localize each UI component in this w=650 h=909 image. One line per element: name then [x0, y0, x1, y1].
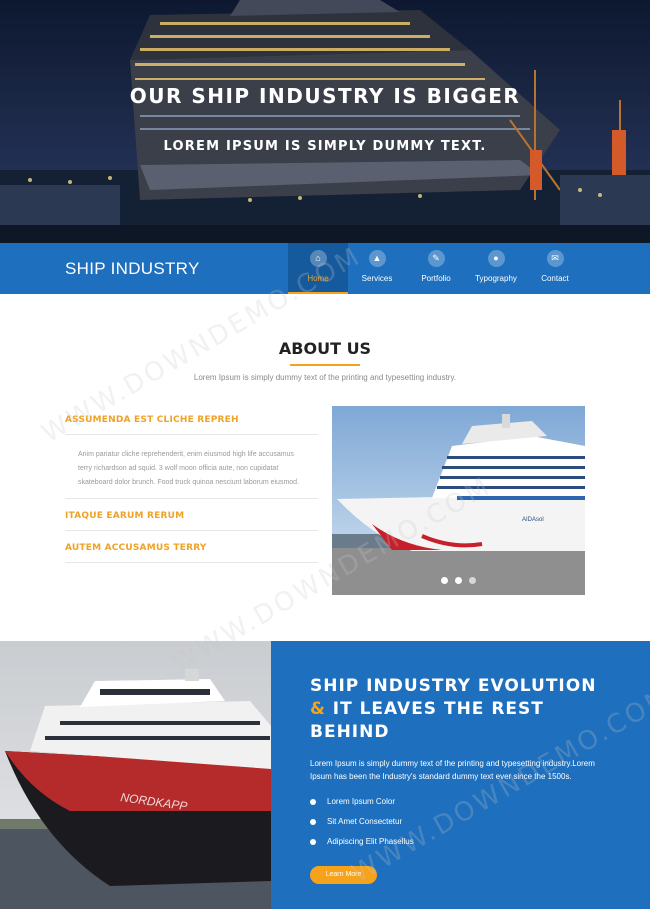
nav-item-services[interactable]: ▲ Services: [347, 243, 407, 294]
accordion-title: AUTEM ACCUSAMUS TERRY: [65, 543, 207, 553]
image-slider[interactable]: AIDAsol: [332, 406, 585, 595]
slide-ship-name: AIDAsol: [522, 517, 544, 523]
nav-item-portfolio[interactable]: ✎ Portfolio: [406, 243, 466, 294]
divider: [65, 498, 318, 499]
divider: [65, 562, 318, 563]
hero-subtitle: LOREM IPSUM IS SIMPLY DUMMY TEXT.: [163, 139, 487, 154]
accordion-title: ITAQUE EARUM RERUM: [65, 511, 185, 521]
cruise-ship-slide-image: AIDAsol: [332, 406, 585, 595]
divider: [65, 434, 318, 435]
nav-item-label: Home: [307, 274, 329, 283]
list-item-label: Adipiscing Elit Phasellus: [327, 837, 414, 846]
pencil-icon: ✎: [427, 250, 445, 267]
hero-banner: OUR SHIP INDUSTRY IS BIGGER LOREM IPSUM …: [0, 0, 650, 243]
heading-ampersand: &: [310, 699, 326, 719]
slider-dot-2[interactable]: [455, 577, 462, 584]
accordion-body: Anim pariatur cliche reprehenderit, enim…: [78, 451, 300, 486]
accordion-title: ASSUMENDA EST CLICHE REPREH: [65, 415, 239, 425]
hero-cruise-ship-image: [0, 0, 650, 243]
flask-icon: ▲: [368, 250, 386, 267]
bullet-icon: [310, 818, 316, 825]
site-brand[interactable]: SHIP INDUSTRY: [65, 259, 200, 279]
nordkapp-ship-image: NORDKAPP: [0, 641, 271, 909]
evolution-heading-line3: BEHIND: [310, 722, 390, 742]
evolution-heading-line1: SHIP INDUSTRY EVOLUTION: [310, 676, 597, 696]
accordion-header-1[interactable]: ASSUMENDA EST CLICHE REPREH: [65, 415, 318, 425]
slider-dot-3[interactable]: [469, 577, 476, 584]
nav-item-contact[interactable]: ✉ Contact: [525, 243, 585, 294]
evolution-paragraph: Lorem Ipsum is simply dummy text of the …: [310, 759, 595, 781]
home-icon: ⌂: [309, 250, 327, 267]
bullet-icon: [310, 798, 316, 805]
bullet-icon: [310, 838, 316, 845]
nav-item-label: Services: [361, 274, 393, 283]
slider-dot-1[interactable]: [441, 577, 448, 584]
nav-item-home[interactable]: ⌂ Home: [288, 243, 348, 294]
title-underline: [290, 364, 360, 366]
nav-item-typography[interactable]: ● Typography: [466, 243, 526, 294]
about-subtitle: Lorem Ipsum is simply dummy text of the …: [193, 373, 457, 382]
nav-item-label: Portfolio: [421, 274, 451, 283]
main-navbar: SHIP INDUSTRY ⌂ Home ▲ Services ✎ Portfo…: [0, 243, 650, 294]
list-item: Adipiscing Elit Phasellus: [310, 837, 414, 846]
hero-title: OUR SHIP INDUSTRY IS BIGGER: [129, 84, 521, 108]
accordion-header-2[interactable]: ITAQUE EARUM RERUM: [65, 511, 318, 521]
divider: [65, 530, 318, 531]
heading-text: IT LEAVES THE REST: [332, 699, 544, 719]
list-item-label: Sit Amet Consectetur: [327, 817, 403, 826]
about-title: ABOUT US: [278, 339, 372, 358]
envelope-icon: ✉: [546, 250, 564, 267]
list-item: Sit Amet Consectetur: [310, 817, 402, 826]
evolution-heading-line2: & IT LEAVES THE REST: [310, 698, 610, 721]
nav-item-label: Contact: [541, 274, 569, 283]
nav-item-label: Typography: [475, 274, 517, 283]
list-item-label: Lorem Ipsum Color: [327, 797, 396, 806]
list-item: Lorem Ipsum Color: [310, 797, 395, 806]
accordion-header-3[interactable]: AUTEM ACCUSAMUS TERRY: [65, 543, 318, 553]
learn-more-button[interactable]: Learn More: [310, 866, 377, 884]
users-icon: ●: [487, 250, 505, 267]
